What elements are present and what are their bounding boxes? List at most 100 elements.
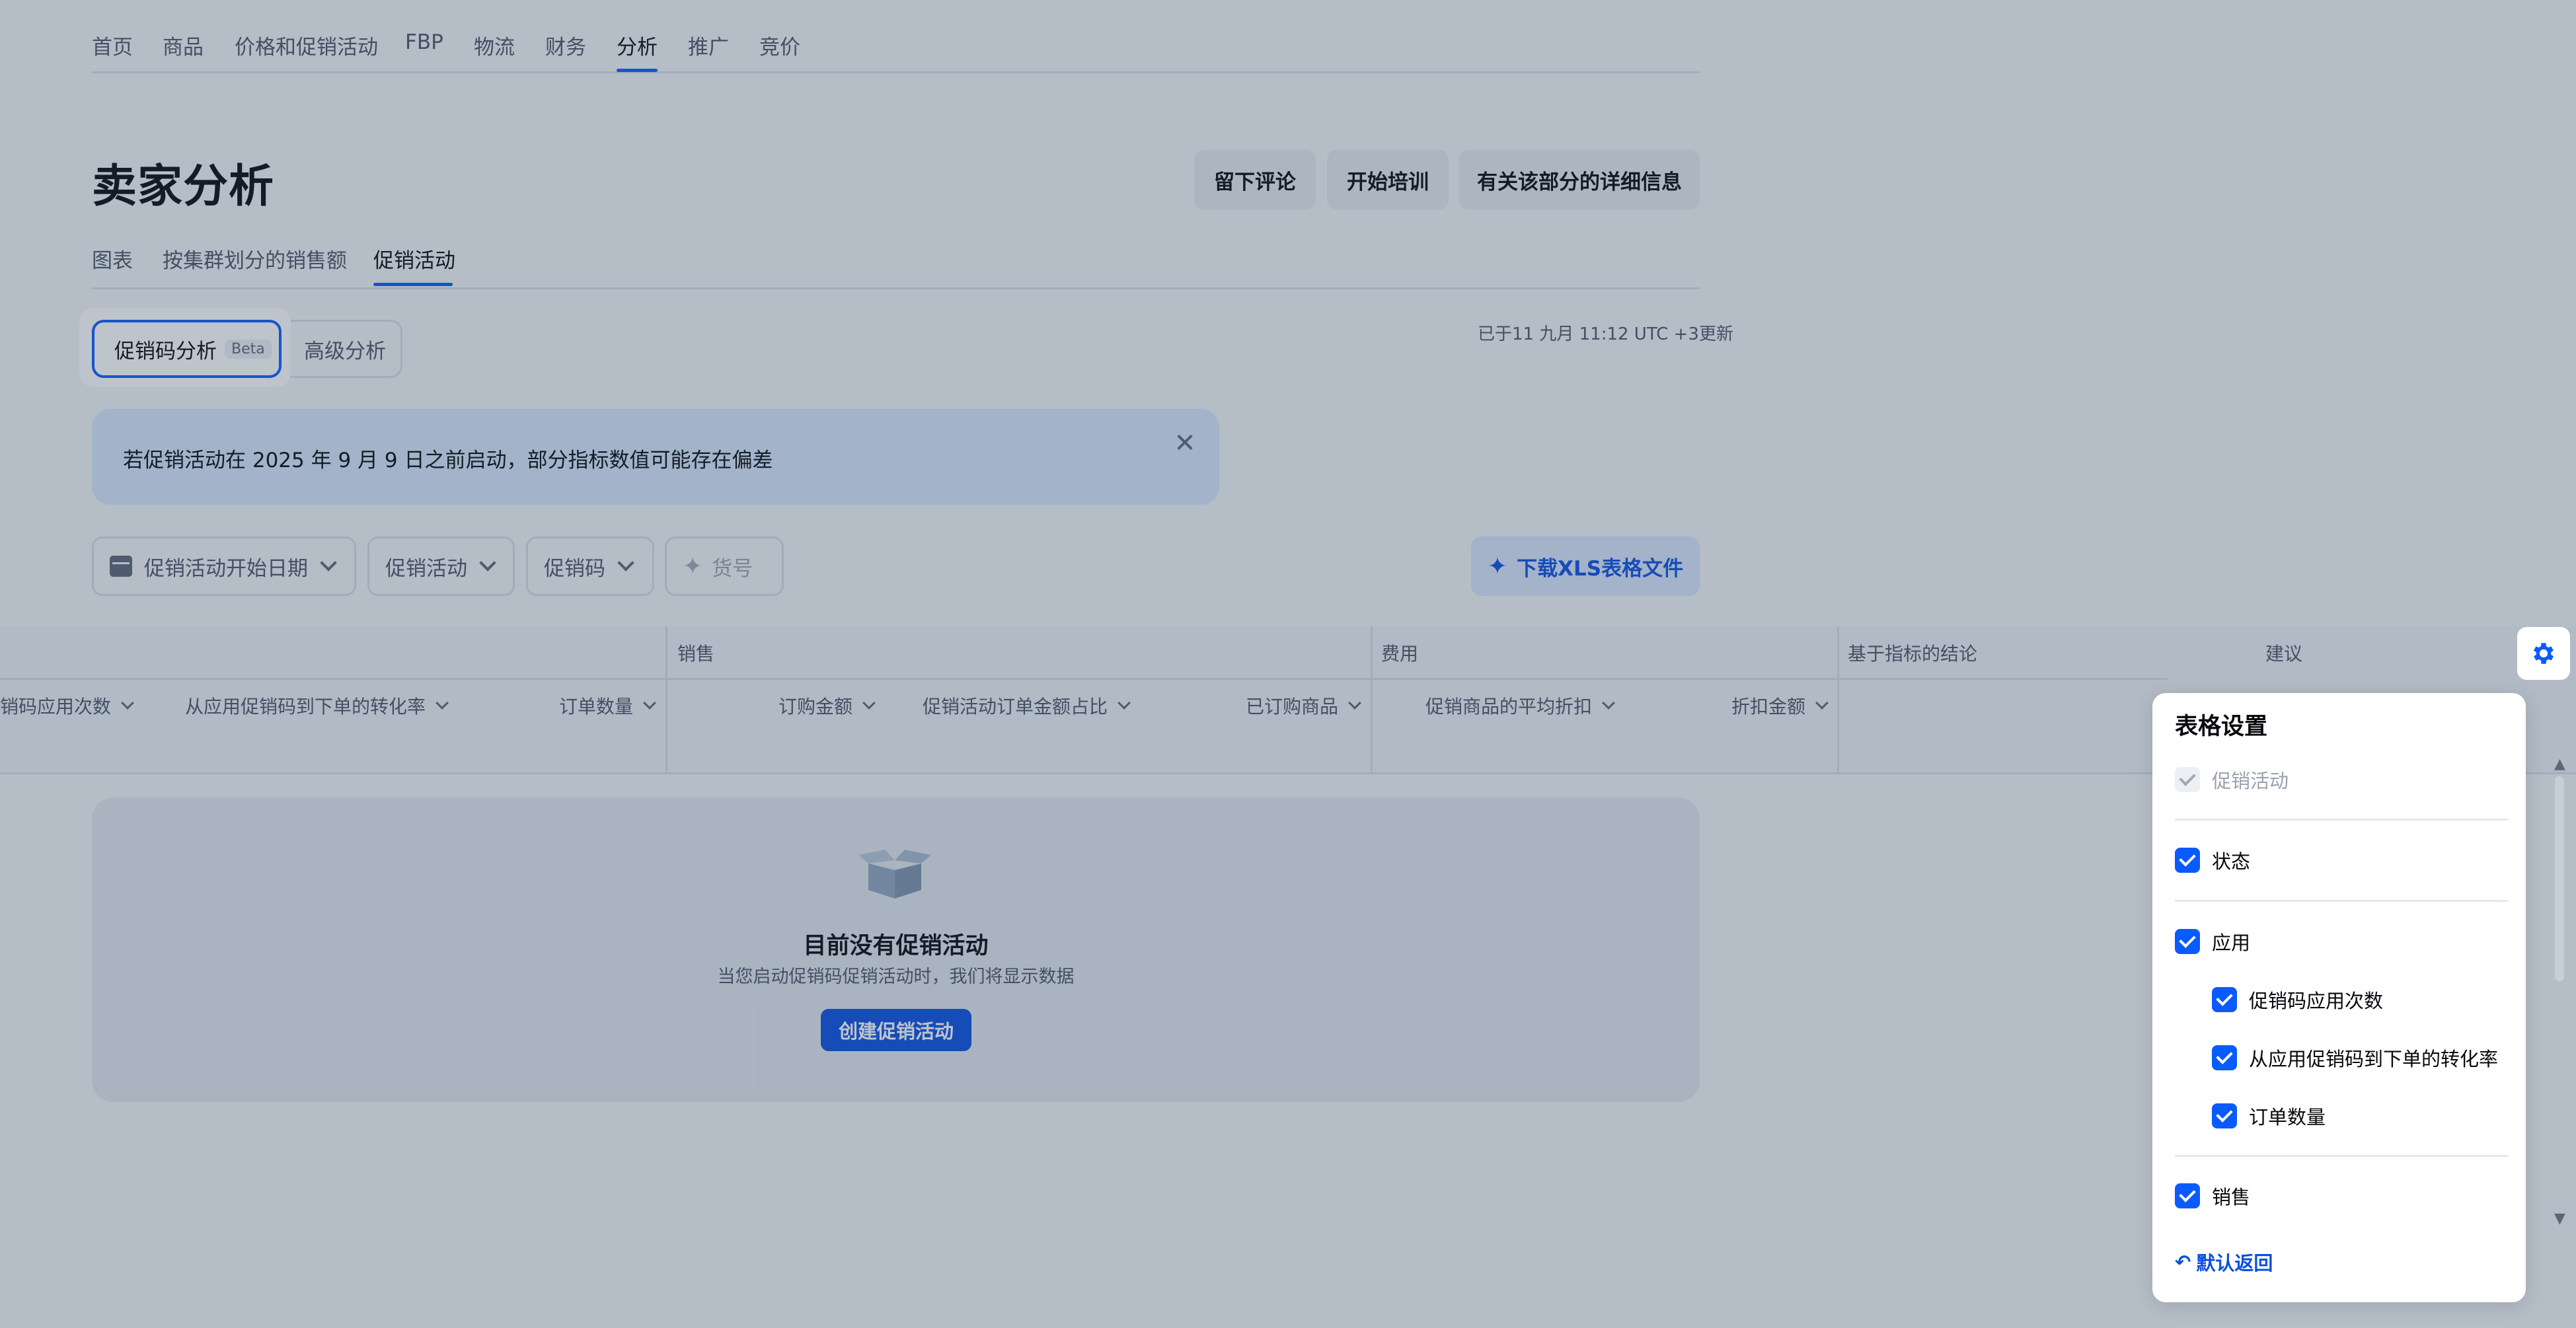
reset-default-label: 默认返回 xyxy=(2196,1252,2273,1274)
option-sales-label: 销售 xyxy=(2212,1186,2251,1208)
download-xls-button[interactable]: ✦ 下载XLS表格文件 xyxy=(1471,536,1700,596)
nav-item-bidding[interactable]: 竞价 xyxy=(759,30,800,60)
col-share[interactable]: 促销活动订单金额占比 xyxy=(923,692,1131,719)
chevron-down-icon xyxy=(479,554,496,572)
close-icon[interactable]: ✕ xyxy=(1170,428,1199,459)
chevron-down-icon xyxy=(643,696,656,710)
nav-item-promotion[interactable]: 推广 xyxy=(688,30,729,60)
sparkle-icon: ✦ xyxy=(1487,552,1508,580)
nav-active-indicator xyxy=(617,69,658,72)
page-title: 卖家分析 xyxy=(92,161,275,213)
option-sales[interactable]: 销售 xyxy=(2175,1182,2250,1210)
col-discount-amount[interactable]: 折扣金额 xyxy=(1731,692,1829,719)
empty-state-subtitle: 当您启动促销码促销活动时，我们将显示数据 xyxy=(717,967,1075,987)
option-application-label: 应用 xyxy=(2212,932,2251,954)
col-avg-discount[interactable]: 促销商品的平均折扣 xyxy=(1425,692,1615,719)
promo-code-analysis-segment[interactable]: 促销码分析 Beta xyxy=(92,320,282,378)
reset-default-button[interactable]: ↶ 默认返回 xyxy=(2175,1248,2273,1276)
col-order-amount[interactable]: 订购金额 xyxy=(778,692,876,719)
nav-item-analytics[interactable]: 分析 xyxy=(617,30,658,60)
col-applications-label: 销码应用次数 xyxy=(0,696,112,718)
checkbox-checked[interactable] xyxy=(2175,848,2200,873)
divider xyxy=(2175,819,2509,821)
option-order-count-label: 订单数量 xyxy=(2249,1106,2326,1128)
panel-title: 表格设置 xyxy=(2175,714,2268,740)
group-sales: 销售 xyxy=(677,643,715,665)
col-conversion[interactable]: 从应用促销码到下单的转化率 xyxy=(185,692,449,719)
nav-item-fbp[interactable]: FBP xyxy=(405,30,443,54)
chevron-down-icon xyxy=(1815,696,1829,710)
tab-active-indicator xyxy=(373,283,453,286)
divider xyxy=(2175,900,2509,902)
checkbox-checked[interactable] xyxy=(2212,1103,2237,1128)
col-ordered-goods[interactable]: 已订购商品 xyxy=(1246,692,1361,719)
sku-filter[interactable]: ✦ 货号 xyxy=(665,536,784,596)
divider xyxy=(2175,1155,2509,1157)
calendar-icon xyxy=(110,556,132,577)
option-order-count[interactable]: 订单数量 xyxy=(2212,1102,2326,1130)
empty-state-title: 目前没有促销活动 xyxy=(803,933,989,959)
create-promotion-button[interactable]: 创建促销活动 xyxy=(821,1009,971,1051)
start-date-filter[interactable]: 促销活动开始日期 xyxy=(92,536,356,596)
promotion-filter[interactable]: 促销活动 xyxy=(367,536,515,596)
undo-icon: ↶ xyxy=(2175,1251,2191,1273)
advanced-analysis-segment[interactable]: 高级分析 xyxy=(274,320,402,378)
col-share-label: 促销活动订单金额占比 xyxy=(923,696,1108,718)
header-divider xyxy=(0,678,2168,680)
table-settings-button[interactable] xyxy=(2517,627,2570,680)
col-conversion-label: 从应用促销码到下单的转化率 xyxy=(185,696,426,718)
empty-box-icon xyxy=(858,850,931,899)
subtabs: 图表 按集群划分的销售额 促销活动 xyxy=(92,235,1700,289)
chevron-down-icon xyxy=(121,696,134,710)
download-xls-label: 下载XLS表格文件 xyxy=(1517,556,1684,581)
nav-item-home[interactable]: 首页 xyxy=(92,30,133,60)
option-application[interactable]: 应用 xyxy=(2175,928,2250,955)
checkbox-checked[interactable] xyxy=(2175,929,2200,954)
promo-code-filter-label: 促销码 xyxy=(544,556,605,581)
chevron-down-icon xyxy=(617,554,634,572)
option-promotion: 促销活动 xyxy=(2175,766,2289,793)
nav-item-logistics[interactable]: 物流 xyxy=(474,30,515,60)
tab-cluster-sales[interactable]: 按集群划分的销售额 xyxy=(163,244,347,274)
column-divider xyxy=(1371,626,1373,774)
chevron-down-icon xyxy=(436,696,449,710)
nav-item-finance[interactable]: 财务 xyxy=(545,30,586,60)
empty-state: 目前没有促销活动 当您启动促销码促销活动时，我们将显示数据 创建促销活动 xyxy=(92,797,1700,1102)
col-applications[interactable]: 销码应用次数 xyxy=(0,692,134,719)
col-orders[interactable]: 订单数量 xyxy=(559,692,656,719)
nav-item-products[interactable]: 商品 xyxy=(163,30,204,60)
option-code-applications-label: 促销码应用次数 xyxy=(2249,990,2384,1012)
leave-review-button[interactable]: 留下评论 xyxy=(1194,150,1316,209)
col-orders-label: 订单数量 xyxy=(559,696,634,718)
scrollbar-thumb[interactable] xyxy=(2555,776,2564,981)
checkbox-checked[interactable] xyxy=(2212,987,2237,1012)
tab-promotions[interactable]: 促销活动 xyxy=(373,244,455,274)
tab-charts[interactable]: 图表 xyxy=(92,244,133,274)
col-avg-discount-label: 促销商品的平均折扣 xyxy=(1425,696,1593,718)
section-details-button[interactable]: 有关该部分的详细信息 xyxy=(1459,150,1700,209)
start-training-button[interactable]: 开始培训 xyxy=(1327,150,1449,209)
chevron-down-icon xyxy=(320,554,337,572)
col-ordered-goods-label: 已订购商品 xyxy=(1246,696,1339,718)
option-promotion-label: 促销活动 xyxy=(2212,770,2289,792)
scroll-up-icon[interactable]: ▲ xyxy=(2554,756,2565,772)
col-discount-amount-label: 折扣金额 xyxy=(1731,696,1806,718)
promo-code-filter[interactable]: 促销码 xyxy=(526,536,654,596)
checkbox-checked[interactable] xyxy=(2175,1183,2200,1208)
group-recommendations: 建议 xyxy=(2265,643,2303,665)
info-banner: 若促销活动在 2025 年 9 月 9 日之前启动，部分指标数值可能存在偏差 ✕ xyxy=(92,409,1219,505)
chevron-down-icon xyxy=(1348,696,1361,710)
option-status[interactable]: 状态 xyxy=(2175,846,2250,874)
option-code-applications[interactable]: 促销码应用次数 xyxy=(2212,986,2383,1014)
option-conversion[interactable]: 从应用促销码到下单的转化率 xyxy=(2212,1044,2498,1072)
option-conversion-label: 从应用促销码到下单的转化率 xyxy=(2249,1048,2499,1070)
nav-item-pricing[interactable]: 价格和促销活动 xyxy=(235,30,378,60)
updated-timestamp: 已于11 九月 11:12 UTC +3更新 xyxy=(1478,324,1733,344)
scroll-down-icon[interactable]: ▼ xyxy=(2554,1210,2565,1227)
chevron-down-icon xyxy=(1118,696,1131,710)
promotion-filter-label: 促销活动 xyxy=(385,556,467,581)
gear-icon xyxy=(2533,643,2554,664)
sparkle-icon: ✦ xyxy=(683,552,703,580)
column-divider xyxy=(665,626,667,774)
checkbox-checked[interactable] xyxy=(2212,1045,2237,1070)
